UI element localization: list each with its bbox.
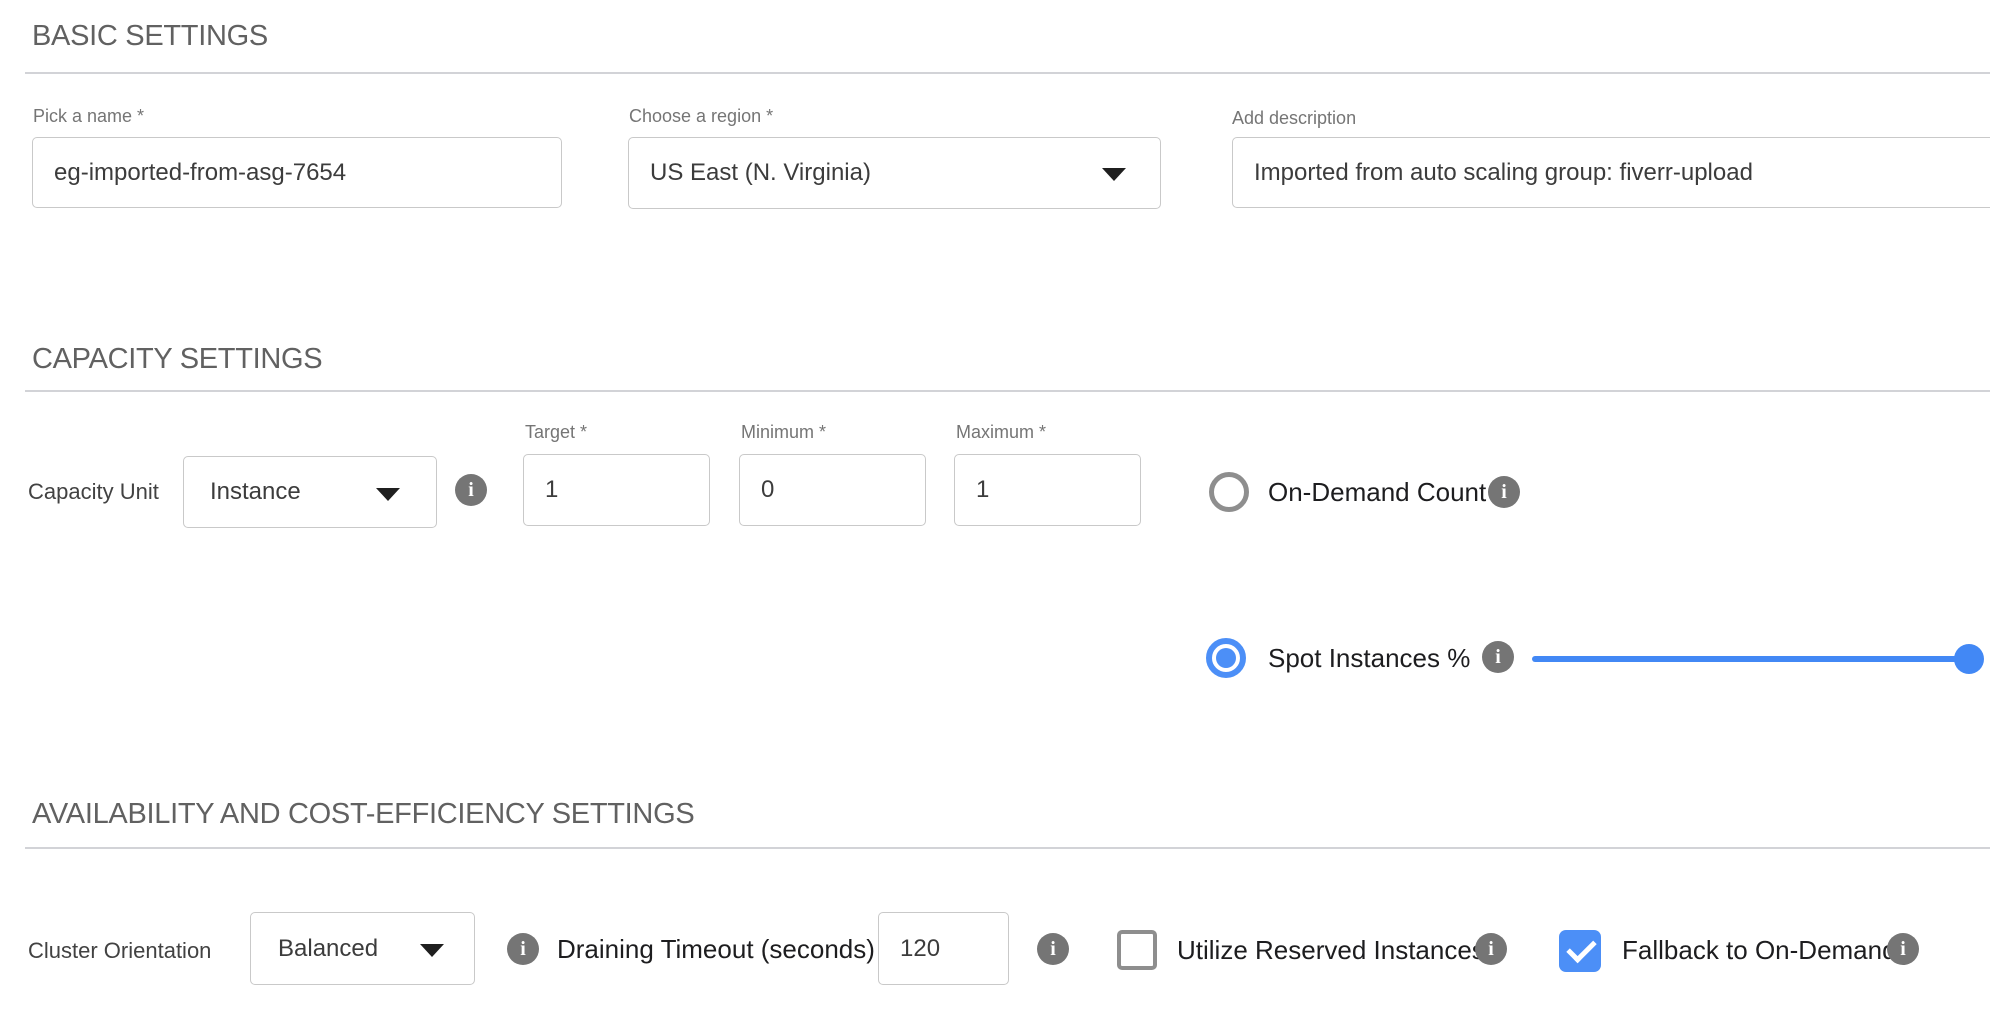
cluster-orientation-dropdown[interactable]: Balanced (250, 912, 475, 985)
cluster-orientation-dropdown-value: Balanced (278, 935, 378, 963)
maximum-field-label: Maximum * (956, 422, 1046, 443)
capacity-unit-dropdown[interactable]: Instance (183, 456, 437, 528)
utilize-reserved-instances-info-icon[interactable]: i (1475, 933, 1507, 965)
spot-instances-info-icon[interactable]: i (1482, 641, 1514, 673)
region-field-label: Choose a region * (629, 106, 773, 127)
fallback-to-on-demand-info-icon[interactable]: i (1887, 933, 1919, 965)
availability-settings-title: AVAILABILITY AND COST-EFFICIENCY SETTING… (32, 798, 694, 831)
capacity-unit-label: Capacity Unit (28, 479, 159, 505)
section-divider (25, 72, 1990, 74)
region-dropdown[interactable]: US East (N. Virginia) (628, 137, 1161, 209)
draining-timeout-label: Draining Timeout (seconds) (557, 934, 875, 965)
minimum-input[interactable] (739, 454, 926, 526)
capacity-unit-dropdown-value: Instance (210, 478, 301, 506)
spot-percentage-slider-track[interactable] (1532, 656, 1969, 662)
spot-instances-radio[interactable] (1206, 638, 1246, 678)
cluster-orientation-label: Cluster Orientation (28, 938, 211, 964)
on-demand-count-info-icon[interactable]: i (1488, 476, 1520, 508)
region-dropdown-value: US East (N. Virginia) (650, 159, 871, 187)
description-input[interactable] (1232, 137, 1990, 208)
spot-percentage-slider-handle[interactable] (1954, 644, 1984, 674)
utilize-reserved-instances-checkbox[interactable] (1117, 930, 1157, 970)
chevron-down-icon (1102, 168, 1126, 181)
maximum-input[interactable] (954, 454, 1141, 526)
chevron-down-icon (420, 944, 444, 957)
utilize-reserved-instances-label: Utilize Reserved Instances (1177, 935, 1485, 966)
name-field-label: Pick a name * (33, 106, 144, 127)
target-field-label: Target * (525, 422, 587, 443)
section-divider (25, 847, 1990, 849)
description-field-label: Add description (1232, 108, 1356, 129)
spot-instances-radio-label: Spot Instances % (1268, 643, 1470, 674)
basic-settings-title: BASIC SETTINGS (32, 20, 268, 53)
target-input[interactable] (523, 454, 710, 526)
on-demand-count-radio-label: On-Demand Count (1268, 477, 1486, 508)
minimum-field-label: Minimum * (741, 422, 826, 443)
chevron-down-icon (376, 488, 400, 501)
fallback-to-on-demand-checkbox[interactable] (1559, 930, 1601, 972)
capacity-unit-info-icon[interactable]: i (455, 474, 487, 506)
name-input[interactable] (32, 137, 562, 208)
draining-timeout-input[interactable] (878, 912, 1009, 985)
on-demand-count-radio[interactable] (1209, 472, 1249, 512)
fallback-to-on-demand-label: Fallback to On-Demand (1622, 935, 1897, 966)
cluster-orientation-info-icon[interactable]: i (507, 933, 539, 965)
capacity-settings-title: CAPACITY SETTINGS (32, 343, 322, 376)
settings-form: BASIC SETTINGS Pick a name * Choose a re… (0, 0, 1990, 1016)
draining-timeout-info-icon[interactable]: i (1037, 933, 1069, 965)
section-divider (25, 390, 1990, 392)
